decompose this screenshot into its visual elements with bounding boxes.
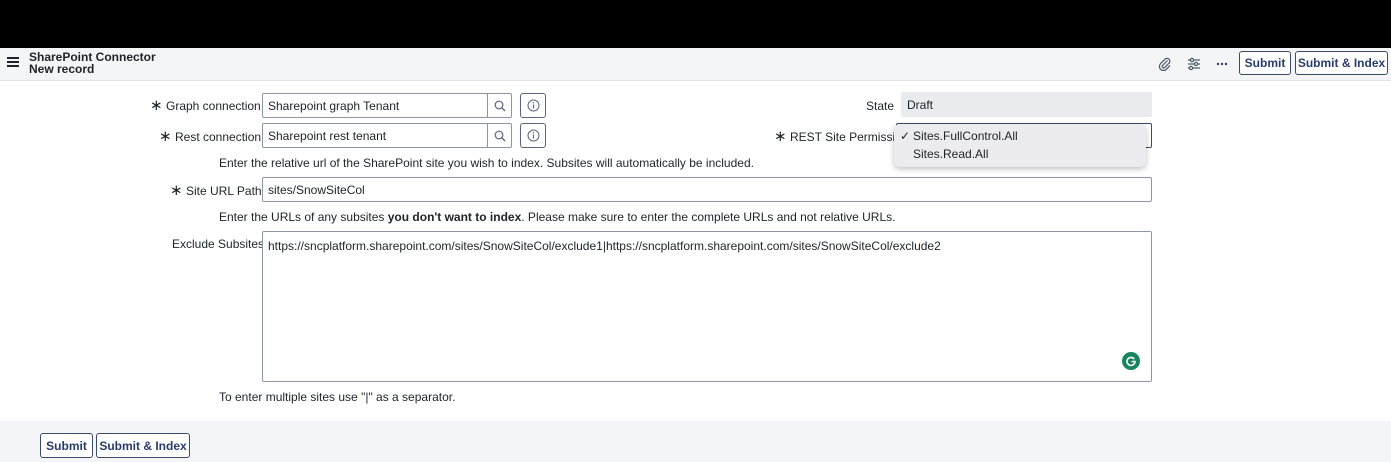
site-url-path-label: Site URL Path (186, 184, 262, 198)
required-indicator: ∗ (159, 128, 172, 145)
dropdown-option[interactable]: Sites.Read.All (894, 145, 988, 163)
info-icon (527, 129, 539, 142)
form-footer: Submit Submit & Index (0, 421, 1391, 462)
site-url-hint: Enter the relative url of the SharePoint… (219, 156, 754, 170)
submit-button[interactable]: Submit (40, 433, 93, 458)
dropdown-option[interactable]: ✓ Sites.FullControl.All (894, 127, 1018, 145)
form-subtitle: New record (29, 62, 95, 76)
rest-site-permission-dropdown: ✓ Sites.FullControl.All Sites.Read.All (894, 124, 1146, 167)
search-icon (494, 100, 505, 111)
submit-index-button[interactable]: Submit & Index (96, 433, 190, 458)
separator-hint: To enter multiple sites use "|" as a sep… (219, 390, 456, 404)
option-label: Sites.FullControl.All (913, 129, 1018, 143)
rest-connection-input[interactable]: Sharepoint rest tenant (262, 123, 488, 148)
state-field: Draft (901, 92, 1152, 117)
hamburger-icon[interactable] (7, 57, 19, 69)
required-indicator: ∗ (150, 97, 163, 114)
graph-connection-label: Graph connection (166, 99, 261, 113)
sliders-icon[interactable] (1185, 55, 1203, 73)
browser-top-bar (0, 0, 1391, 48)
required-indicator: ∗ (774, 128, 787, 145)
exclude-subsites-textarea[interactable]: https://sncplatform.sharepoint.com/sites… (262, 231, 1152, 382)
search-icon (494, 130, 505, 141)
state-label: State (866, 99, 895, 113)
submit-button[interactable]: Submit (1239, 51, 1291, 75)
paperclip-icon[interactable] (1156, 55, 1174, 73)
graph-connection-lookup-button[interactable] (487, 93, 512, 118)
exclude-subsites-hint: Enter the URLs of any subsites you don't… (219, 210, 896, 224)
option-label: Sites.Read.All (913, 147, 989, 161)
graph-connection-input[interactable]: Sharepoint graph Tenant (262, 93, 488, 118)
graph-connection-info-button[interactable] (520, 93, 546, 118)
site-url-path-input[interactable]: sites/SnowSiteCol (262, 177, 1152, 202)
exclude-subsites-label: Exclude Subsites (172, 237, 265, 251)
required-indicator: ∗ (170, 182, 183, 199)
rest-connection-lookup-button[interactable] (487, 123, 512, 148)
more-icon[interactable] (1213, 55, 1231, 73)
rest-site-permission-label: REST Site Permission (790, 130, 909, 144)
info-icon (527, 99, 539, 112)
form-header: SharePoint Connector New record Submit S… (0, 48, 1391, 81)
rest-connection-info-button[interactable] (520, 123, 546, 148)
submit-index-button[interactable]: Submit & Index (1295, 51, 1388, 75)
rest-connection-label: Rest connection (175, 130, 262, 144)
check-icon: ✓ (899, 129, 910, 143)
grammarly-icon[interactable] (1122, 352, 1140, 370)
